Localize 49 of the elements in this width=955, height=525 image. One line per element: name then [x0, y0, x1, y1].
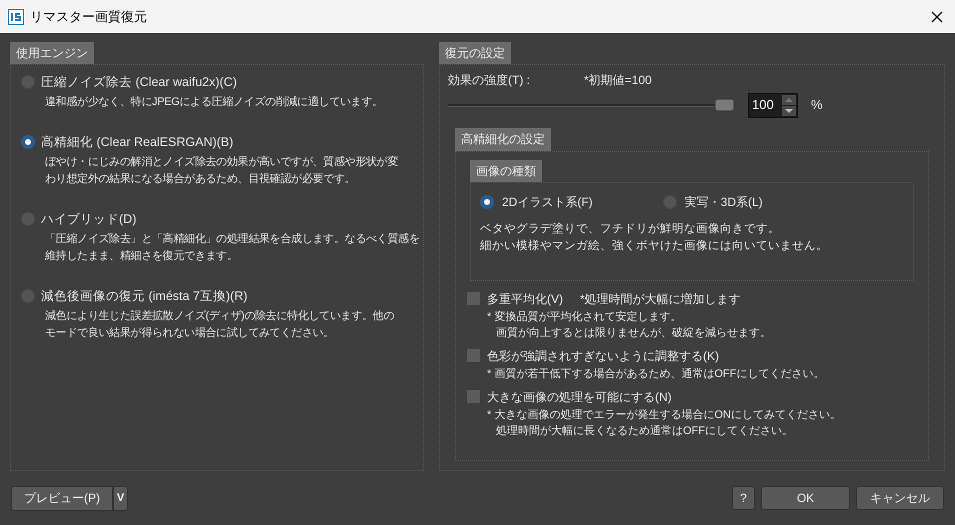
checkbox[interactable]: [467, 349, 480, 362]
radio-button[interactable]: [21, 212, 35, 226]
option-label[interactable]: 2Dイラスト系(F): [502, 193, 593, 211]
description-text: わり想定外の結果になる場合があるため、目視確認が必要です。: [45, 172, 356, 187]
cancel-button[interactable]: キャンセル: [856, 486, 944, 510]
option-label[interactable]: 高精細化 (Clear RealESRGAN)(B): [41, 132, 234, 152]
option-label[interactable]: 大きな画像の処理を可能にする(N): [487, 388, 672, 406]
preview-button[interactable]: プレビュー(P): [11, 486, 113, 510]
option-label[interactable]: 多重平均化(V): [487, 290, 563, 308]
description-text: 「圧縮ノイズ除去」と「高精細化」の処理結果を合成します。なるべく質感を: [45, 232, 420, 247]
dropdown-button[interactable]: V: [113, 486, 128, 510]
option-label[interactable]: 実写・3D系(L): [684, 193, 763, 211]
radio-button[interactable]: [21, 135, 35, 149]
checkbox[interactable]: [467, 390, 480, 403]
down-arrow-icon[interactable]: [782, 106, 796, 116]
radio-button[interactable]: [21, 75, 35, 89]
radio-button[interactable]: [662, 195, 677, 209]
strength-label: 効果の強度(T) :: [448, 72, 531, 89]
description-text: 処理時間が大幅に長くなるため通常はOFFにしてください。: [495, 424, 793, 439]
option-label[interactable]: 減色後画像の復元 (imésta 7互換)(R): [41, 286, 248, 306]
description-text: 減色により生じた誤差拡散ノイズ(ディザ)の除去に特化しています。他の: [45, 309, 394, 324]
description-text: ベタやグラデ塗りで、フチドリが鮮明な画像向きです。: [480, 222, 780, 237]
checkbox[interactable]: [467, 292, 480, 305]
default-note: *初期値=100: [584, 72, 652, 89]
option-label[interactable]: 色彩が強調されすぎないように調整する(K): [487, 346, 719, 364]
description-text: 違和感が少なく、特にJPEGによる圧縮ノイズの削減に適しています。: [45, 94, 383, 110]
ok-button[interactable]: OK: [761, 486, 850, 510]
strength-spinbox[interactable]: 100: [748, 92, 798, 118]
description-text: モードで良い結果が得られない場合に試してみてください。: [45, 326, 334, 341]
option-note: *処理時間が大幅に増加します: [580, 290, 741, 308]
description-text: * 大きな画像の処理でエラーが発生する場合にONにしてみてください。: [487, 408, 841, 423]
description-text: ぼやけ・にじみの解消とノイズ除去の効果が高いですが、質感や形状が変: [45, 154, 398, 170]
window-title: リマスター画質復元: [30, 8, 147, 26]
description-text: * 画質が若干低下する場合があるため、通常はOFFにしてください。: [487, 366, 824, 382]
description-text: 維持したまま、精細さを復元できます。: [45, 249, 238, 264]
description-text: 画質が向上するとは限りませんが、破綻を減らせます。: [495, 326, 771, 341]
app-icon: [8, 8, 24, 24]
up-arrow-icon[interactable]: [782, 94, 796, 104]
unit-label: %: [811, 96, 823, 114]
slider-thumb[interactable]: [715, 99, 734, 111]
option-label[interactable]: 圧縮ノイズ除去 (Clear waifu2x)(C): [41, 72, 237, 92]
description-text: 細かい模様やマンガ絵、強くボヤけた画像には向いていません。: [480, 238, 828, 254]
radio-button[interactable]: [21, 289, 35, 303]
close-icon[interactable]: [931, 10, 943, 22]
radio-button[interactable]: [480, 195, 494, 209]
description-text: * 変換品質が平均化されて安定します。: [487, 310, 682, 325]
strength-slider[interactable]: [448, 99, 734, 111]
option-label[interactable]: ハイブリッド(D): [41, 210, 136, 228]
help-button[interactable]: ?: [732, 486, 755, 510]
